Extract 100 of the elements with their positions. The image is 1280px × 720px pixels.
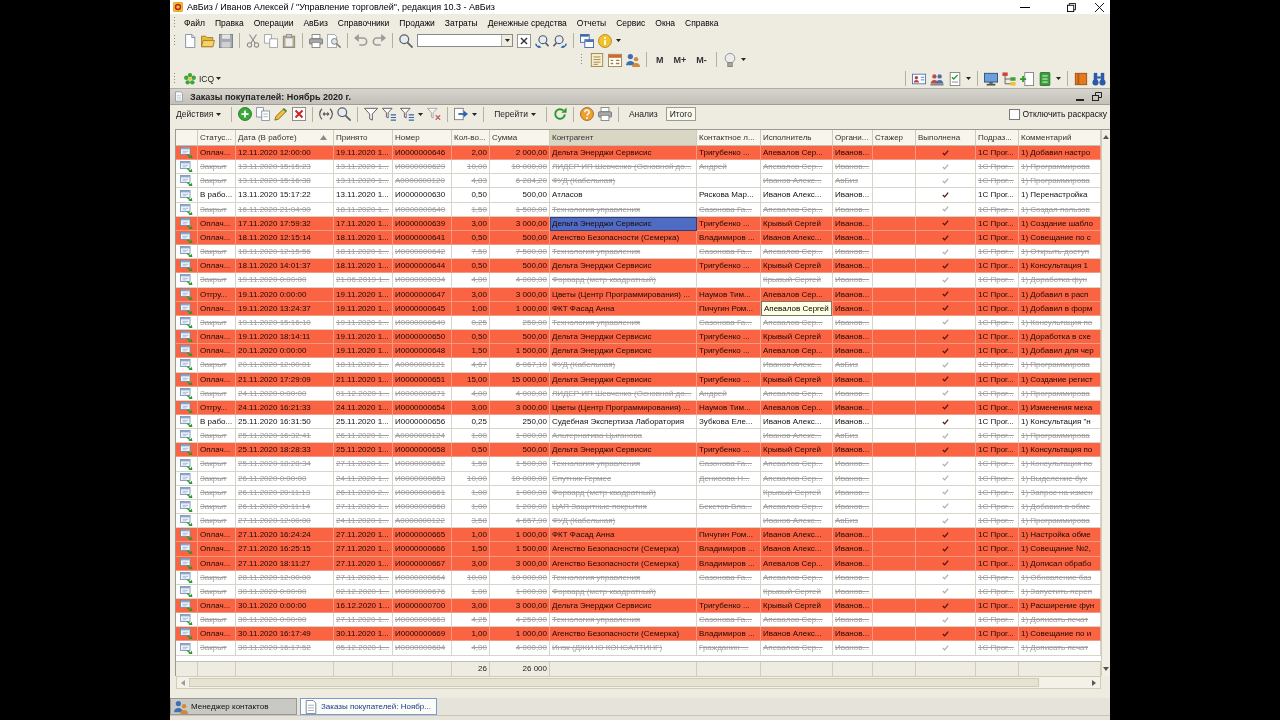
delete-icon[interactable]	[292, 107, 307, 121]
table-row[interactable]: В рабо... 13.11.2020 15:17:22 13.11.2020 1... И0000000630 0,50 500,00 Атласов Ряскова Мар... Иванов Алекс... Иванов... 1С Прог... 1) Перенастройка	[176, 188, 1101, 203]
refresh-icon[interactable]	[552, 107, 567, 121]
table-cell: Атласов	[550, 188, 697, 203]
menu-item[interactable]: Сервис	[611, 17, 651, 28]
printer-icon[interactable]	[597, 107, 612, 121]
column-header[interactable]: Контрагент	[550, 130, 697, 146]
search-icon[interactable]	[399, 33, 413, 48]
menu-item[interactable]: Правка	[209, 17, 249, 28]
minimize-icon[interactable]	[1076, 98, 1084, 101]
caret-icon[interactable]	[418, 112, 424, 116]
copy-icon[interactable]	[264, 33, 278, 48]
table-cell: 19.11.2020 1...	[334, 301, 393, 316]
spreadsheet-icon[interactable]	[1038, 71, 1052, 86]
table-row[interactable]: Оплач... 27.11.2020 16:25:15 27.11.2020 1... И0000000666 1,50 1 500,00 Агенство Безопасности (Семерка) Владимиров ... Иванов Алекс... Иванов... 1С Прог... 1) Совещание №2,	[176, 542, 1101, 557]
users-icon[interactable]	[930, 71, 944, 86]
vertical-scrollbar[interactable]	[1101, 130, 1110, 676]
menu-item[interactable]: Операции	[248, 17, 299, 28]
table-row[interactable]: Оплач... 25.11.2020 18:28:33 25.11.2020 1... И0000000658 0,50 500,00 Дельта Энерджи Сервисис Тригубенко ... Крывый Сергей Иванов... 1С Прог... 1) Консультация по	[176, 443, 1101, 458]
menu-item[interactable]: Затраты	[439, 17, 483, 28]
binoculars-icon[interactable]	[1092, 71, 1106, 86]
people-icon[interactable]	[626, 52, 640, 67]
table-row[interactable]: Оплач... 12.11.2020 12:00:00 19.11.2020 1... И0000000646 2,00 2 000,00 Дельта Энерджи Сервисис Тригубенко ... Апевалов Сер... Иванов... 1С Прог... 1) Добавил настро	[176, 146, 1101, 161]
menu-item[interactable]: Отчеты	[571, 17, 612, 28]
menu-item[interactable]: Продажи	[394, 17, 440, 28]
checklist-icon[interactable]	[948, 71, 962, 86]
copy-document-icon[interactable]	[256, 107, 271, 121]
checkbox[interactable]	[1009, 108, 1021, 120]
table-cell: Агенство Безопасности (Семерка)	[550, 556, 697, 571]
table-row[interactable]: Оплач... 19.11.2020 18:14:11 19.11.2020 1... И0000000650 0,50 500,00 Дельта Энерджи Сервисис Тригубенко ... Крывый Сергей Иванов... 1С Прог... 1) Доработка в схе	[176, 330, 1101, 345]
up-arrow-icon[interactable]	[1103, 135, 1109, 139]
search-field[interactable]	[417, 34, 513, 47]
undo-icon[interactable]	[354, 33, 368, 48]
caret-icon[interactable]	[966, 77, 971, 80]
redo-icon[interactable]	[372, 33, 386, 48]
memory-button[interactable]: M+	[670, 54, 690, 65]
id-card-icon[interactable]	[912, 71, 926, 86]
taskbar-button[interactable]: Заказы покупателей: Ноябр...	[300, 698, 437, 715]
actions-menu-button[interactable]: Действия	[172, 107, 226, 121]
caret-icon[interactable]	[740, 58, 746, 61]
table-row[interactable]: Оплач... 18.11.2020 14:01:37 18.11.2020 1... И0000000644 0,50 500,00 Дельта Энерджи Сервисис Тригубенко ... Крывый Сергей Иванов... 1С Прог... 1) Консультация 1	[176, 259, 1101, 274]
book-icon[interactable]	[1074, 71, 1088, 86]
restore-icon[interactable]	[1092, 92, 1102, 101]
down-arrow-icon[interactable]	[1103, 667, 1109, 671]
restore-icon[interactable]	[1067, 2, 1076, 12]
caret-icon[interactable]	[616, 39, 621, 42]
calendar-icon[interactable]	[608, 52, 622, 67]
clear-icon[interactable]	[517, 33, 531, 48]
overlapping-windows-icon[interactable]	[580, 33, 594, 48]
table-row[interactable]: Оплач... 30.11.2020 16:17:49 30.11.2020 1... И0000000669 1,00 1 000,00 Агенство Безопасности (Семерка) Владимиров ... Иванов Алекс... Иванов... 1С Прог... 1) Совещание по и	[176, 627, 1101, 642]
double-arrow-icon[interactable]	[319, 107, 334, 121]
new-document-icon[interactable]	[183, 33, 197, 48]
horizontal-scrollbar[interactable]	[176, 676, 1101, 689]
toggle-button[interactable]: Анализ	[624, 107, 662, 121]
scissors-icon[interactable]	[246, 33, 260, 48]
table-row[interactable]: Оплач... 30.11.2020 0:00:00 16.12.2020 1... И0000000700 3,00 3 000,00 Дельта Энерджи Сервисис Тригубенко ... Крывый Сергей Иванов... 1С Прог... 1) Расширение фун	[176, 599, 1101, 614]
document-arrow-icon	[180, 515, 193, 527]
folder-icon[interactable]	[201, 33, 215, 48]
taskbar-button[interactable]: Менеджер контактов	[170, 698, 297, 715]
left-arrow-icon[interactable]	[181, 679, 185, 686]
minimize-icon[interactable]	[1020, 6, 1030, 8]
table-row[interactable]: Оплач... 27.11.2020 16:24:24 27.11.2020 1... И0000000665 1,00 1 000,00 ФКТ Фасад Анна Пичугин Ром... Иванов Алекс... Иванов... 1С Прог... 1) Настройка обме	[176, 528, 1101, 543]
help-icon[interactable]	[579, 107, 594, 121]
scrollbar-thumb[interactable]	[189, 678, 1039, 687]
memory-button[interactable]: M	[653, 54, 667, 65]
magnifier-arrow-icon[interactable]	[535, 33, 549, 48]
add-icon[interactable]	[238, 107, 253, 121]
checkbox-label[interactable]: Отключить раскраску	[1022, 109, 1107, 119]
menu-item[interactable]: Справочники	[332, 17, 395, 28]
clipboard-icon[interactable]	[282, 33, 296, 48]
printer-icon[interactable]	[309, 33, 323, 48]
caret-icon[interactable]	[472, 112, 478, 116]
list-document-icon[interactable]	[590, 52, 604, 67]
page-arrow-icon[interactable]	[454, 107, 469, 121]
table-cell: Крывый Сергей	[761, 372, 833, 387]
close-icon[interactable]	[1095, 2, 1104, 12]
monitor-icon[interactable]	[984, 71, 998, 86]
caret-icon[interactable]	[504, 39, 510, 42]
add-document-icon[interactable]	[1020, 71, 1034, 86]
menu-item[interactable]: Окна	[650, 17, 681, 28]
filter-list-icon[interactable]	[382, 107, 397, 121]
memory-button[interactable]: M-	[693, 54, 710, 65]
page-magnifier-icon[interactable]	[327, 33, 341, 48]
menu-item[interactable]: АвБиз	[298, 17, 333, 28]
right-arrow-icon[interactable]	[1092, 679, 1096, 686]
table-row[interactable]: Оплач... 20.11.2020 0:00:00 19.11.2020 1... И0000000648 1,50 1 500,00 Дельта Энерджи Сервисис Тригубенко ... Апевалов Сер... Иванов... 1С Прог... 1) Добавил для чер	[176, 344, 1101, 359]
icq-button[interactable]: ICQ	[183, 71, 222, 86]
magnifier-back-icon[interactable]	[553, 33, 567, 48]
filter-icon[interactable]	[364, 107, 379, 121]
toggle-button[interactable]: Итого	[665, 107, 696, 121]
table-cell: 15,00	[452, 372, 490, 387]
menu-item[interactable]: Справка	[680, 17, 724, 28]
menu-item[interactable]: Денежные средства	[482, 17, 572, 28]
search-icon[interactable]	[337, 107, 352, 121]
menu-item[interactable]: Файл	[179, 17, 210, 28]
pencil-icon[interactable]	[274, 107, 289, 121]
go-menu-button[interactable]: Перейти	[490, 107, 540, 121]
hierarchy-icon[interactable]	[1002, 71, 1016, 86]
filter-list-icon[interactable]	[400, 107, 415, 121]
caret-icon[interactable]	[1056, 77, 1061, 80]
